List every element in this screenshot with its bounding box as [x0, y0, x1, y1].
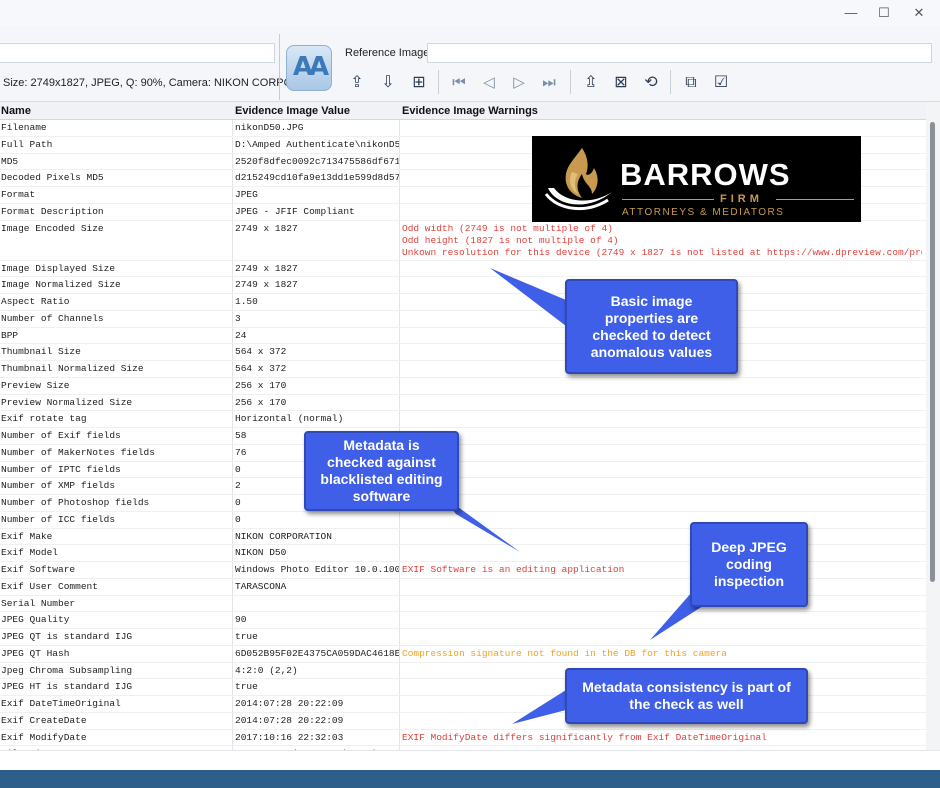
callout-jpeg-inspection: Deep JPEG coding inspection — [690, 522, 808, 607]
pointer-basic — [490, 268, 566, 326]
callout-basic-properties: Basic image properties are checked to de… — [565, 279, 738, 374]
pointer-consistency — [512, 690, 566, 724]
callout-metadata-consistency: Metadata consistency is part of the chec… — [565, 668, 808, 724]
callout-metadata-software: Metadata is checked against blacklisted … — [304, 431, 459, 511]
